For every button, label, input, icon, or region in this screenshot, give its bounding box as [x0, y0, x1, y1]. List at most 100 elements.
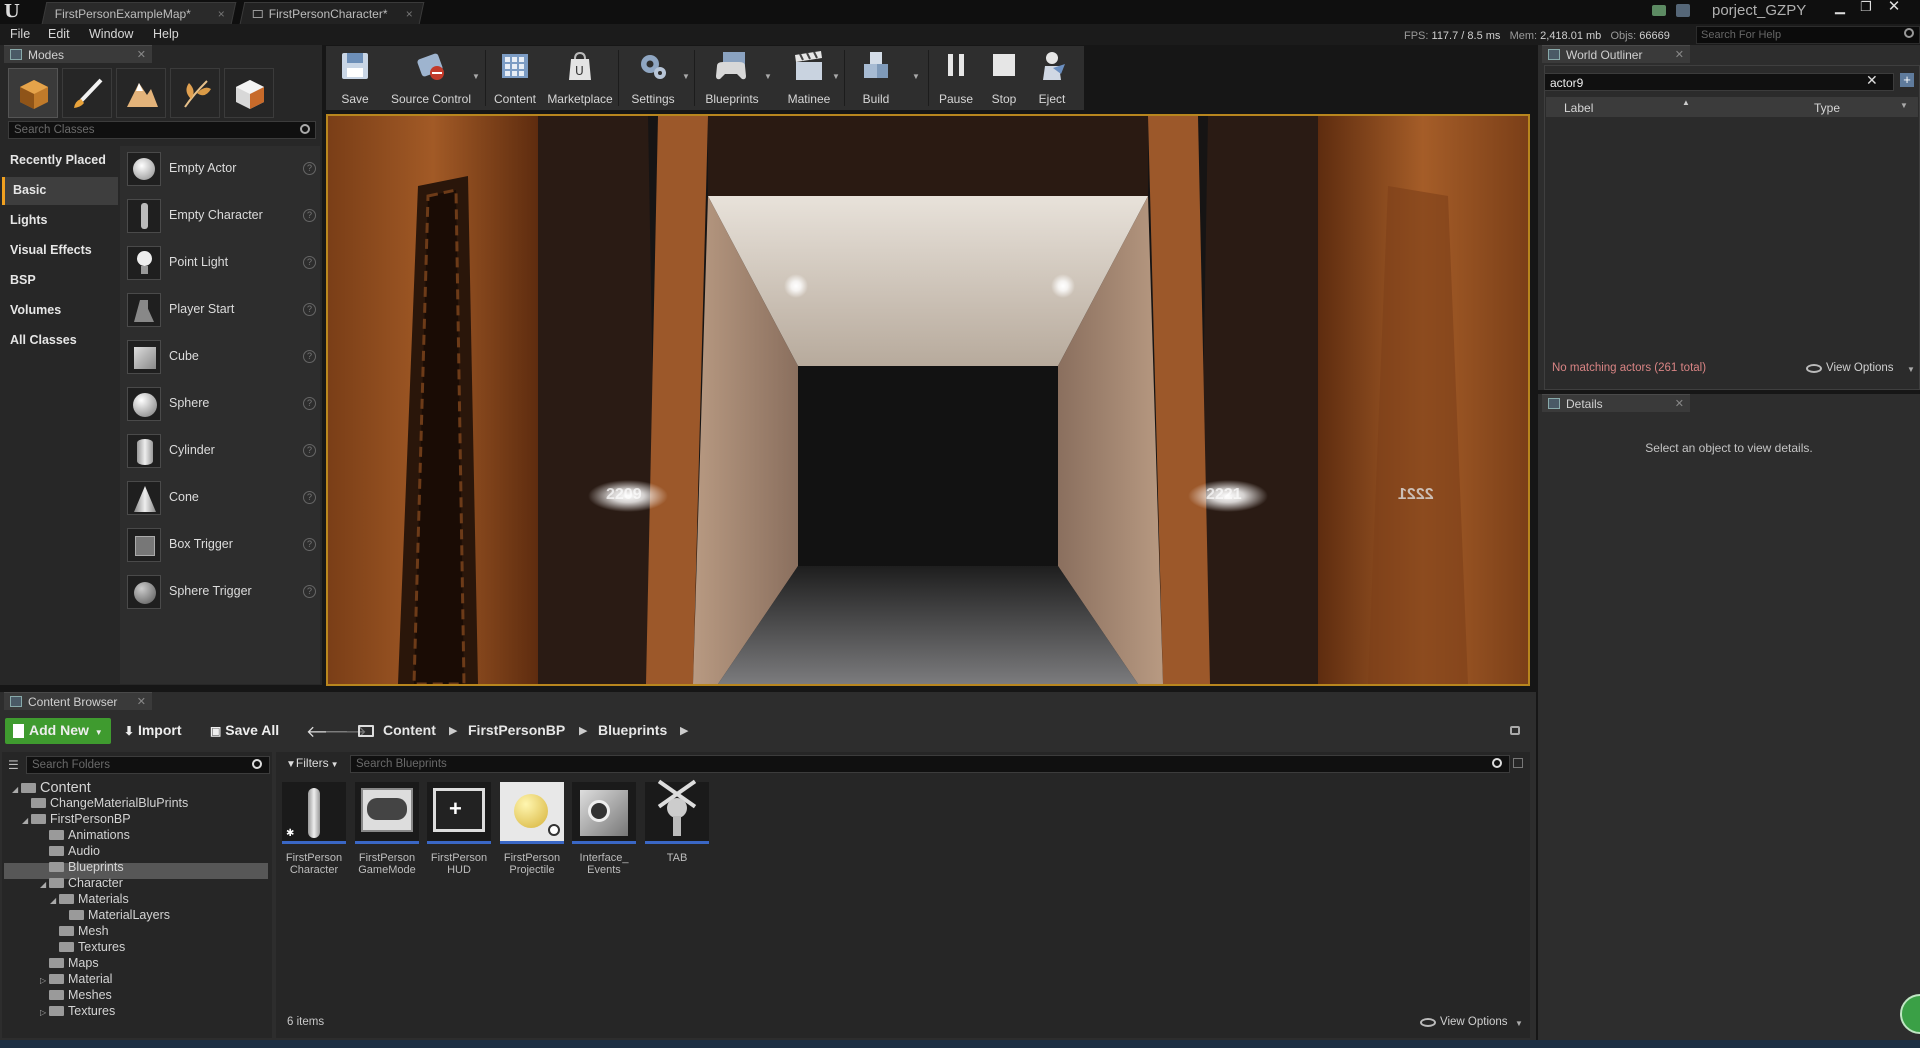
help-icon[interactable]: ? [303, 162, 316, 175]
search-icon[interactable] [252, 759, 262, 769]
close-icon[interactable]: ✕ [137, 695, 146, 708]
document-tab-map[interactable]: FirstPersonExampleMap* × [41, 2, 237, 24]
breadcrumb-blueprints[interactable]: Blueprints [598, 722, 667, 738]
toggle-sources-icon[interactable]: ☰ [8, 758, 19, 772]
column-label[interactable]: Label [1564, 101, 1593, 115]
asset-tab[interactable]: TAB [645, 779, 709, 882]
collapsed-arrow-icon[interactable]: ▷ [40, 1008, 49, 1017]
search-classes-input[interactable]: Search Classes [8, 121, 316, 139]
category-recently-placed[interactable]: Recently Placed [2, 147, 118, 175]
outliner-view-options[interactable]: View Options [1826, 362, 1894, 374]
folder-tree-item[interactable]: MaterialLayers [60, 908, 170, 922]
expanded-arrow-icon[interactable]: ◢ [22, 816, 31, 825]
help-icon[interactable]: ? [303, 491, 316, 504]
build-button[interactable]: Build [848, 46, 904, 110]
document-tab-character[interactable]: FirstPersonCharacter* × [239, 2, 425, 24]
place-item-player-start[interactable]: Player Start ? [124, 289, 320, 331]
breadcrumb-separator-icon[interactable]: ▶ [579, 724, 587, 737]
asset-firstperson-character[interactable]: ✱ FirstPerson Character [282, 782, 346, 882]
place-item-sphere[interactable]: Sphere ? [124, 383, 320, 425]
help-icon[interactable]: ? [303, 397, 316, 410]
category-basic[interactable]: Basic [2, 177, 118, 205]
folder-tree-item[interactable]: ▷ Material [40, 972, 112, 986]
asset-interface-events[interactable]: Interface_ Events [572, 782, 636, 882]
place-item-point-light[interactable]: Point Light ? [124, 242, 320, 284]
blueprints-dropdown-icon[interactable]: ▼ [764, 72, 772, 81]
pause-button[interactable]: Pause [932, 46, 980, 110]
folder-tree-item[interactable]: Animations [40, 828, 130, 842]
maximize-button[interactable]: ❐ [1852, 0, 1880, 16]
folder-tree-item[interactable]: ◢ Content [12, 780, 91, 796]
eye-icon[interactable] [1806, 364, 1822, 373]
breadcrumb-separator-icon[interactable]: ▶ [680, 724, 688, 737]
settings-dropdown-icon[interactable]: ▼ [682, 72, 690, 81]
folder-tree-item[interactable]: Audio [40, 844, 100, 858]
minimize-button[interactable]: ▁ [1826, 0, 1854, 16]
help-icon[interactable]: ? [303, 444, 316, 457]
place-item-cube[interactable]: Cube ? [124, 336, 320, 378]
folder-tree-item[interactable]: ▷ Textures [40, 1004, 115, 1018]
import-button[interactable]: ⬇ Import [124, 718, 182, 744]
asset-view-options[interactable]: View Options [1440, 1016, 1508, 1028]
category-lights[interactable]: Lights [2, 207, 118, 235]
eject-button[interactable]: Eject [1028, 46, 1076, 110]
place-item-empty-character[interactable]: Empty Character ? [124, 195, 320, 237]
close-icon[interactable]: ✕ [1675, 48, 1684, 61]
stop-button[interactable]: Stop [982, 46, 1026, 110]
column-type[interactable]: Type [1814, 101, 1840, 115]
category-bsp[interactable]: BSP [2, 267, 118, 295]
close-window-button[interactable]: ✕ [1880, 0, 1908, 16]
details-tab[interactable]: Details ✕ [1542, 394, 1690, 412]
expanded-arrow-icon[interactable]: ◢ [12, 785, 21, 794]
close-icon[interactable]: ✕ [1675, 397, 1684, 410]
asset-firstperson-hud[interactable]: + FirstPerson HUD [427, 782, 491, 882]
place-item-cone[interactable]: Cone ? [124, 477, 320, 519]
save-search-icon[interactable] [1513, 758, 1523, 768]
folder-tree-item[interactable]: Meshes [40, 988, 112, 1002]
category-volumes[interactable]: Volumes [2, 297, 118, 325]
place-item-box-trigger[interactable]: Box Trigger ? [124, 524, 320, 566]
menu-help[interactable]: Help [153, 27, 179, 41]
landscape-mode-button[interactable] [116, 68, 166, 118]
help-icon[interactable]: ? [303, 350, 316, 363]
filters-button[interactable]: ▼Filters ▼ [286, 756, 339, 770]
search-icon[interactable] [300, 124, 310, 134]
search-icon[interactable] [1492, 758, 1502, 768]
asset-firstperson-gamemode[interactable]: FirstPerson GameMode [355, 782, 419, 882]
paint-mode-button[interactable] [62, 68, 112, 118]
close-icon[interactable]: × [406, 7, 413, 21]
source-control-status-icon[interactable] [1676, 4, 1690, 17]
asset-firstperson-projectile[interactable]: FirstPerson Projectile [500, 782, 564, 882]
help-icon[interactable]: ? [303, 538, 316, 551]
level-viewport[interactable]: 2209 2221 2221 [326, 114, 1530, 686]
expanded-arrow-icon[interactable]: ◢ [40, 880, 49, 889]
content-browser-tab[interactable]: Content Browser ✕ [4, 692, 152, 710]
close-icon[interactable]: ✕ [137, 48, 146, 61]
place-item-empty-actor[interactable]: Empty Actor ? [124, 148, 320, 190]
help-icon[interactable]: ? [303, 256, 316, 269]
collapsed-arrow-icon[interactable]: ▷ [40, 976, 49, 985]
folder-tree-item[interactable]: ◢ Character [40, 876, 123, 890]
source-control-dropdown-icon[interactable]: ▼ [472, 72, 480, 81]
modes-tab[interactable]: Modes ✕ [4, 45, 152, 63]
place-item-cylinder[interactable]: Cylinder ? [124, 430, 320, 472]
source-control-button[interactable]: Source Control [384, 46, 478, 110]
folder-tree-item[interactable]: ChangeMaterialBluPrints [22, 796, 188, 810]
breadcrumb-content[interactable]: Content [383, 722, 436, 738]
content-button[interactable]: Content [488, 46, 542, 110]
place-item-sphere-trigger[interactable]: Sphere Trigger ? [124, 571, 320, 613]
unreal-logo-icon[interactable]: U [4, 2, 24, 22]
geometry-mode-button[interactable] [224, 68, 274, 118]
folder-tree-item[interactable]: Maps [40, 956, 99, 970]
column-options-icon[interactable]: ▼ [1900, 101, 1908, 110]
blueprints-button[interactable]: Blueprints [698, 46, 766, 110]
close-icon[interactable]: × [218, 7, 225, 21]
menu-edit[interactable]: Edit [48, 27, 70, 41]
folder-tree-item[interactable]: Mesh [50, 924, 109, 938]
save-button[interactable]: Save [326, 46, 384, 110]
breadcrumb-separator-icon[interactable]: ▶ [449, 724, 457, 737]
help-icon[interactable]: ? [303, 303, 316, 316]
outliner-search-input[interactable]: actor9 [1544, 73, 1894, 91]
expanded-arrow-icon[interactable]: ◢ [50, 896, 59, 905]
matinee-dropdown-icon[interactable]: ▼ [832, 72, 840, 81]
